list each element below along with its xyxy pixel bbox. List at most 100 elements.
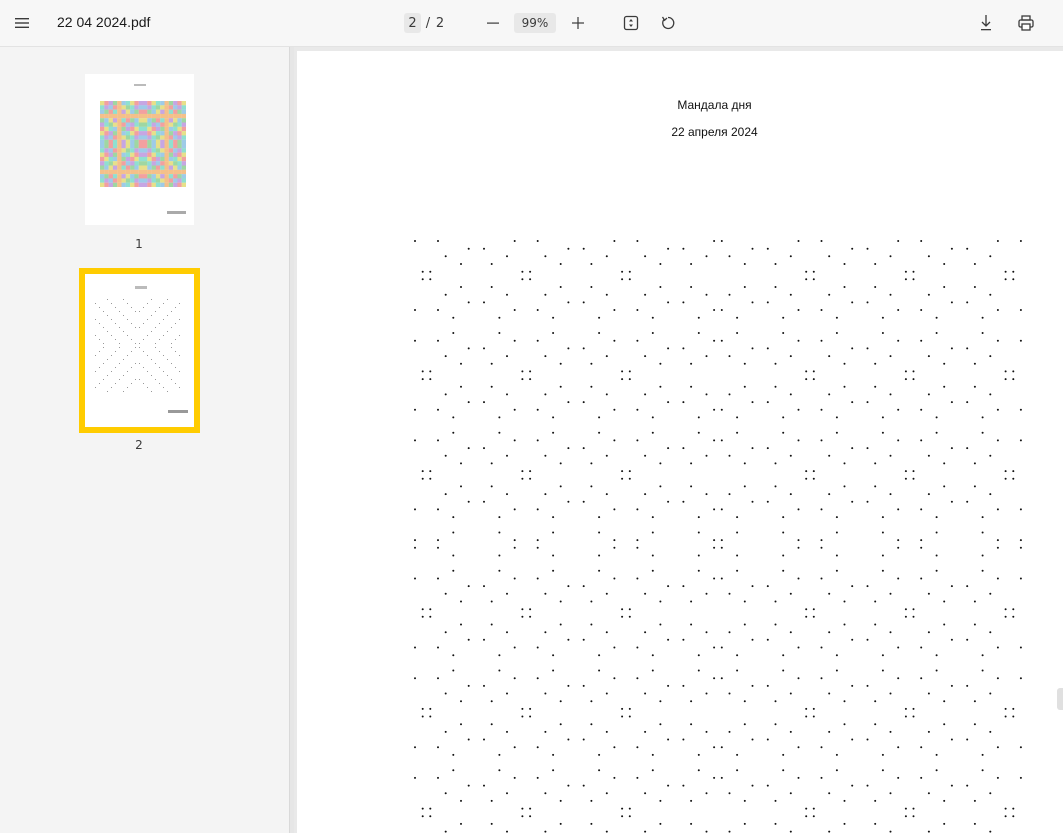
pattern-dot [613, 746, 616, 749]
preview-dot [99, 383, 100, 384]
mandala-tile [181, 101, 186, 106]
pattern-dot [559, 723, 562, 726]
page-total: 2 [435, 15, 445, 31]
mandala-tile [173, 113, 178, 119]
pattern-dot [989, 493, 992, 496]
document-viewer[interactable]: Мандала дня 22 апреля 2024 [294, 47, 1063, 833]
mandala-tile [181, 113, 186, 119]
mandala-tile [155, 109, 161, 114]
pattern-dot [897, 339, 900, 342]
pattern-dot [636, 776, 639, 779]
zoom-out-button[interactable] [482, 11, 504, 35]
print-button[interactable] [1015, 11, 1037, 35]
pattern-dot [552, 516, 555, 519]
mandala-tile [100, 135, 105, 140]
rotate-button[interactable] [657, 11, 679, 35]
preview-dot [151, 331, 152, 332]
page-thumbnail-1[interactable] [85, 74, 194, 225]
pattern-dot [544, 255, 547, 258]
pattern-dot [920, 746, 923, 749]
pattern-dot [720, 339, 723, 342]
mandala-tile [108, 152, 113, 157]
pattern-dot [1019, 439, 1022, 442]
pattern-dot [598, 516, 601, 519]
mandala-tile [117, 174, 122, 179]
mandala-tile [147, 161, 152, 166]
menu-button[interactable] [10, 11, 34, 35]
pattern-dot [805, 370, 808, 373]
mandala-tile [168, 174, 174, 179]
pattern-dot [421, 615, 424, 618]
zoom-in-button[interactable] [567, 11, 589, 35]
pattern-dot [973, 723, 976, 726]
mandala-tile [125, 144, 131, 149]
download-button[interactable] [975, 11, 997, 35]
pattern-dot [843, 822, 846, 825]
preview-dot [139, 347, 140, 348]
page-thumbnail-2-selected[interactable] [79, 268, 200, 433]
mandala-tile [181, 156, 186, 162]
pattern-dot [774, 485, 777, 488]
pattern-dot [636, 546, 639, 549]
pattern-dot [498, 431, 501, 434]
pattern-dot [789, 454, 792, 457]
pattern-dot [774, 462, 777, 465]
mandala-tile [125, 118, 131, 123]
mandala-tile [147, 105, 152, 110]
pattern-dot [429, 477, 432, 480]
fit-page-button[interactable] [620, 11, 642, 35]
mandala-tile [121, 113, 126, 119]
pattern-dot [429, 715, 432, 718]
mandala-tile [151, 109, 156, 114]
mandala-tile [173, 118, 178, 123]
pattern-dot [529, 278, 532, 281]
mandala-tile [125, 148, 131, 153]
scroll-handle[interactable] [1057, 688, 1063, 710]
pattern-dot [981, 531, 984, 534]
pattern-dot [605, 792, 608, 795]
mandala-tile [160, 165, 165, 170]
pattern-dot [866, 684, 869, 687]
pattern-dot [667, 301, 670, 304]
pattern-dot [989, 792, 992, 795]
preview-dot [175, 351, 176, 352]
pattern-dot [751, 585, 754, 588]
pattern-dot [421, 608, 424, 611]
mandala-tile [151, 131, 156, 136]
pattern-dot [682, 500, 685, 503]
pattern-dot [981, 669, 984, 672]
pattern-dot [644, 692, 647, 695]
preview-dot [99, 351, 100, 352]
pattern-dot [996, 508, 999, 511]
thumbnail-title-line [135, 286, 147, 289]
pattern-dot [736, 569, 739, 572]
pattern-dot [483, 585, 485, 588]
pattern-dot [812, 378, 815, 381]
pattern-dot [835, 554, 838, 557]
pattern-dot [996, 746, 999, 749]
pattern-dot [835, 431, 838, 434]
pattern-dot [774, 286, 777, 288]
mandala-tile [130, 101, 135, 106]
pattern-dot [429, 378, 432, 381]
pattern-dot [789, 293, 792, 296]
pattern-dot [659, 600, 662, 603]
pattern-dot [621, 707, 624, 710]
pattern-dot [621, 470, 624, 473]
page-number-input[interactable]: 2 [404, 13, 421, 33]
pattern-dot [789, 493, 792, 496]
pattern-dot [590, 700, 593, 703]
pattern-dot [751, 500, 754, 503]
pattern-dot [866, 585, 869, 588]
mandala-tile [181, 122, 186, 127]
preview-dot [139, 343, 140, 344]
pattern-dot [797, 240, 800, 242]
mandala-tile [138, 144, 144, 149]
pattern-dot [636, 539, 639, 542]
mandala-tile [117, 148, 122, 153]
pattern-dot [521, 270, 524, 273]
mandala-tile [130, 109, 135, 114]
zoom-level-input[interactable]: 99% [514, 13, 556, 33]
preview-dot [123, 359, 124, 360]
preview-dot [127, 335, 128, 336]
